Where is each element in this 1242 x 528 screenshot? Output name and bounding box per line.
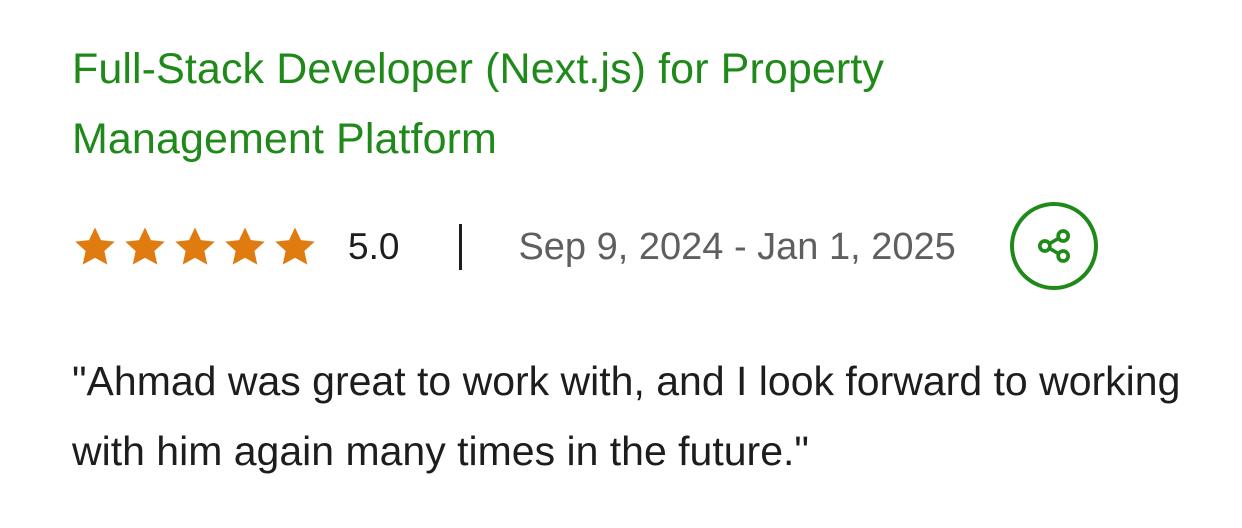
rating-value: 5.0	[348, 226, 400, 267]
share-button[interactable]	[1010, 202, 1098, 290]
star-icon	[72, 224, 118, 270]
review-text: "Ahmad was great to work with, and I loo…	[72, 358, 1181, 474]
star-icon	[172, 224, 218, 270]
contract-date-range: Sep 9, 2024 - Jan 1, 2025	[518, 225, 956, 268]
divider	[459, 224, 463, 270]
star-rating	[72, 224, 318, 270]
star-icon	[222, 224, 268, 270]
star-icon	[272, 224, 318, 270]
job-title-link[interactable]: Full-Stack Developer (Next.js) for Prope…	[72, 34, 1052, 174]
rating-date-row: 5.0 Sep 9, 2024 - Jan 1, 2025	[72, 202, 1172, 290]
feedback-card: Full-Stack Developer (Next.js) for Prope…	[72, 34, 1212, 474]
star-icon	[122, 224, 168, 270]
share-icon	[1038, 229, 1070, 263]
